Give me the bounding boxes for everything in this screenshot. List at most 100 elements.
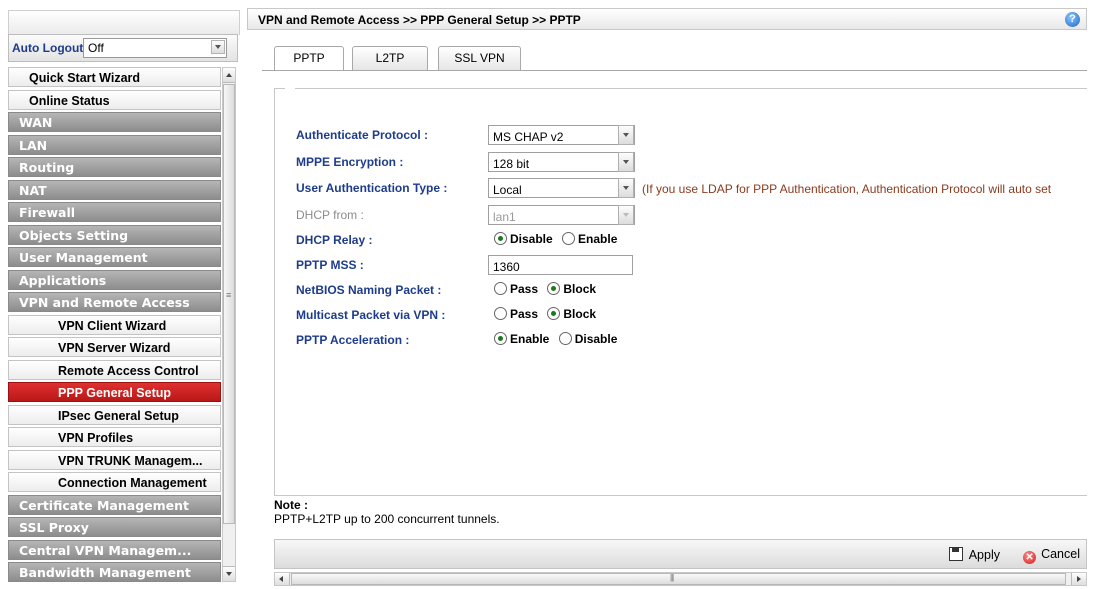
pptp-mss-label: PPTP MSS : [296,258,364,272]
chevron-down-icon[interactable] [618,125,634,145]
radio-unselected-icon[interactable] [558,332,572,345]
sidebar-item-bandwidth-management[interactable]: Bandwidth Management [8,562,221,582]
dhcp-from-label: DHCP from : [296,208,364,222]
sidebar-item-applications[interactable]: Applications [8,269,221,290]
auto-logout-select[interactable]: Off [83,38,227,58]
sidebar-item-ssl-proxy[interactable]: SSL Proxy [8,517,221,537]
sidebar-item-vpn-profiles[interactable]: VPN Profiles [8,427,221,447]
chevron-down-icon[interactable] [618,178,634,198]
note-text: PPTP+L2TP up to 200 concurrent tunnels. [274,512,500,526]
scroll-down-arrow-icon[interactable] [223,566,235,581]
mppe-encryption-label: MPPE Encryption : [296,155,404,169]
tab-divider [262,70,1087,71]
radio-unselected-icon[interactable] [494,307,507,320]
tab-ssl-vpn[interactable]: SSL VPN [438,46,521,70]
scroll-left-arrow-icon[interactable] [275,573,290,585]
tab-l2tp[interactable]: L2TP [352,46,428,70]
sidebar-scrollbar[interactable] [222,67,236,582]
apply-button[interactable]: Apply [948,547,1000,562]
authenticate-protocol-value: MS CHAP v2 [493,130,564,144]
breadcrumb: VPN and Remote Access >> PPP General Set… [258,13,581,27]
sidebar-item-routing[interactable]: Routing [8,157,221,177]
radio-selected-icon[interactable] [547,282,561,295]
chevron-down-icon[interactable] [618,152,634,172]
sidebar-item-vpn-trunk-management[interactable]: VPN TRUNK Managem... [8,449,221,470]
netbios-block-option[interactable]: Block [547,282,596,296]
dhcp-relay-label: DHCP Relay : [296,233,373,247]
authenticate-protocol-select[interactable]: MS CHAP v2 [488,125,635,145]
multicast-pass-label: Pass [510,307,539,321]
mppe-encryption-select[interactable]: 128 bit [488,152,635,172]
sidebar-item-vpn-client-wizard[interactable]: VPN Client Wizard [8,314,221,335]
sidebar-item-central-vpn-management[interactable]: Central VPN Managem... [8,539,221,560]
pptp-settings-panel: Authenticate Protocol : MS CHAP v2 MPPE … [274,88,1087,496]
tab-pptp[interactable]: PPTP [274,46,344,71]
netbios-pass-label: Pass [510,282,539,296]
cancel-label: Cancel [1041,547,1080,561]
dhcp-relay-disable-option[interactable]: Disable [494,232,553,246]
action-bar: Apply ✕ Cancel [274,539,1087,569]
scrollbar-thumb[interactable] [223,84,235,524]
main-content: VPN and Remote Access >> PPP General Set… [247,8,1091,589]
sidebar-item-ppp-general-setup[interactable]: PPP General Setup [8,382,221,402]
sidebar-item-connection-management[interactable]: Connection Management [8,472,221,492]
multicast-pass-option[interactable]: Pass [494,307,538,321]
scroll-up-arrow-icon[interactable] [223,68,235,83]
scroll-right-arrow-icon[interactable] [1071,573,1086,585]
sidebar-item-remote-access-control[interactable]: Remote Access Control [8,359,221,380]
radio-selected-icon[interactable] [494,332,507,345]
sidebar-item-quick-start-wizard[interactable]: Quick Start Wizard [8,67,221,87]
sidebar-item-vpn-server-wizard[interactable]: VPN Server Wizard [8,337,221,357]
sidebar-item-wan[interactable]: WAN [8,112,221,132]
horizontal-scrollbar[interactable] [274,572,1087,586]
sidebar-item-user-management[interactable]: User Management [8,247,221,267]
multicast-label: Multicast Packet via VPN : [296,308,446,322]
user-auth-type-value: Local [493,183,522,197]
mppe-encryption-value: 128 bit [493,157,530,171]
sidebar-item-firewall[interactable]: Firewall [8,202,221,222]
user-auth-type-row: User Authentication Type : Local (If you… [296,178,1094,198]
radio-selected-icon[interactable] [494,232,507,245]
dhcp-relay-enable-label: Enable [578,232,618,246]
pptp-mss-value: 1360 [493,260,520,274]
pptp-acceleration-label: PPTP Acceleration : [296,333,410,347]
radio-unselected-icon[interactable] [494,282,507,295]
sidebar-item-nat[interactable]: NAT [8,179,221,200]
pptp-acceleration-disable-option[interactable]: Disable [558,332,617,346]
cancel-button[interactable]: ✕ Cancel [1023,547,1080,564]
dhcp-relay-radios: Disable Enable [494,232,623,246]
chevron-down-icon[interactable] [211,40,225,54]
sidebar-item-online-status[interactable]: Online Status [8,89,221,110]
scrollbar-thumb[interactable] [291,573,1066,585]
sidebar-item-certificate-management[interactable]: Certificate Management [8,494,221,515]
pptp-mss-input[interactable]: 1360 [488,255,633,275]
auto-logout-bar: Auto Logout : Off [8,34,238,62]
apply-label: Apply [968,548,1000,562]
sidebar-item-ipsec-general-setup[interactable]: IPsec General Setup [8,404,221,425]
panel-gap [285,88,295,89]
netbios-pass-option[interactable]: Pass [494,282,538,296]
cancel-icon: ✕ [1023,551,1037,564]
multicast-block-label: Block [563,307,597,321]
radio-selected-icon[interactable] [547,307,561,320]
pptp-acceleration-enable-option[interactable]: Enable [494,332,549,346]
user-auth-type-label: User Authentication Type : [296,181,448,195]
sidebar-item-vpn-and-remote-access[interactable]: VPN and Remote Access [8,292,221,312]
pptp-acceleration-radios: Enable Disable [494,332,623,346]
multicast-block-option[interactable]: Block [547,307,596,321]
note-section: Note : PPTP+L2TP up to 200 concurrent tu… [274,498,500,526]
help-icon[interactable]: ? [1065,12,1080,27]
authenticate-protocol-label: Authenticate Protocol : [296,128,429,142]
pptp-acceleration-enable-label: Enable [510,332,550,346]
radio-unselected-icon[interactable] [562,232,576,245]
netbios-label: NetBIOS Naming Packet : [296,283,442,297]
auto-logout-label: Auto Logout : [12,41,91,55]
multicast-radios: Pass Block [494,307,602,321]
note-title: Note : [274,498,308,512]
sidebar-top-strip [8,10,240,35]
sidebar-item-lan[interactable]: LAN [8,134,221,155]
dhcp-relay-enable-option[interactable]: Enable [562,232,617,246]
chevron-down-icon [618,205,634,225]
user-auth-type-select[interactable]: Local [488,178,635,198]
sidebar-item-objects-setting[interactable]: Objects Setting [8,224,221,245]
